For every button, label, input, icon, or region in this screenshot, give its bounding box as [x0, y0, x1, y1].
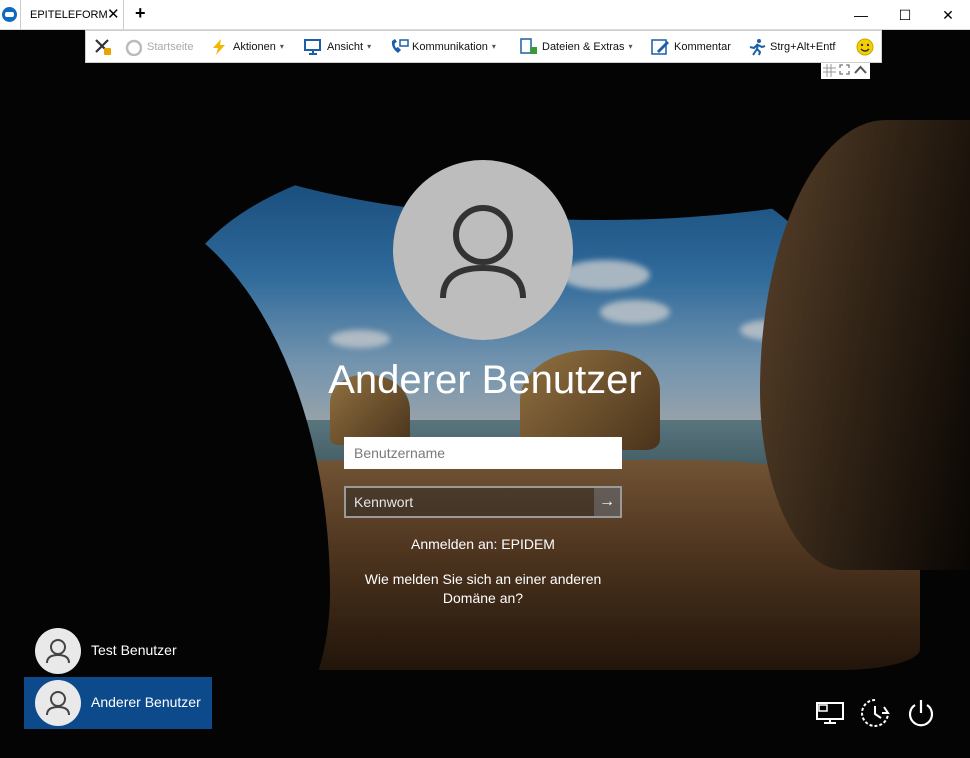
session-tab[interactable]: EPITELEFORM ✕	[20, 0, 124, 29]
power-icon[interactable]	[905, 697, 937, 729]
grid-icon[interactable]	[823, 64, 836, 80]
other-domain-line-1: Wie melden Sie sich an einer anderen	[364, 571, 602, 587]
actions-menu[interactable]: Aktionen ▾	[210, 31, 284, 62]
teamviewer-logo-icon	[2, 7, 17, 22]
home-button[interactable]: Startseite	[124, 31, 193, 62]
password-input[interactable]	[344, 486, 622, 518]
other-domain-line-2: Domäne an?	[442, 590, 524, 606]
ctrl-alt-del-label: Strg+Alt+Entf	[770, 40, 836, 53]
close-tab-icon[interactable]: ✕	[107, 5, 120, 23]
disconnect-icon	[94, 38, 112, 56]
disconnect-button[interactable]	[94, 31, 117, 62]
fullscreen-icon[interactable]	[839, 64, 850, 78]
title-bar: EPITELEFORM ✕ + — ☐ ✕	[0, 0, 970, 30]
other-domain-link[interactable]: Wie melden Sie sich an einer anderen Dom…	[330, 570, 636, 608]
view-menu[interactable]: Ansicht ▾	[304, 31, 371, 62]
comment-icon	[651, 38, 669, 56]
home-label: Startseite	[147, 40, 194, 53]
submit-arrow-button[interactable]: →	[594, 488, 620, 516]
minimize-button[interactable]: —	[846, 4, 876, 26]
password-field[interactable]: →	[344, 486, 622, 518]
comment-button[interactable]: Kommentar	[651, 31, 731, 62]
chevron-down-icon: ▾	[628, 42, 633, 51]
smiley-icon	[856, 38, 874, 56]
user-name: Anderer Benutzer	[91, 694, 201, 710]
files-extras-menu[interactable]: Dateien & Extras ▾	[519, 31, 633, 62]
feedback-button[interactable]	[856, 31, 879, 62]
selected-username: Anderer Benutzer	[328, 358, 642, 402]
user-icon	[35, 628, 81, 674]
add-tab-icon[interactable]: +	[135, 3, 146, 24]
user-list-item[interactable]: Test Benutzer	[24, 625, 212, 677]
user-list-item-selected[interactable]: Anderer Benutzer	[24, 677, 212, 729]
view-label: Ansicht	[327, 40, 364, 53]
home-icon	[124, 38, 143, 56]
username-input[interactable]	[344, 437, 622, 469]
user-icon	[440, 205, 526, 299]
comment-label: Kommentar	[674, 40, 731, 53]
username-field[interactable]	[344, 437, 622, 469]
toolbar-mini-controls	[821, 63, 870, 79]
lightning-icon	[210, 38, 228, 56]
maximize-button[interactable]: ☐	[890, 4, 920, 26]
network-icon[interactable]	[814, 697, 846, 729]
user-avatar	[393, 160, 573, 340]
user-name: Test Benutzer	[91, 642, 177, 658]
monitor-icon	[304, 38, 322, 56]
phone-icon	[389, 38, 409, 56]
ease-of-access-icon[interactable]	[859, 697, 891, 729]
running-man-icon	[747, 38, 766, 56]
actions-label: Aktionen	[233, 40, 276, 53]
chevron-down-icon: ▾	[491, 42, 496, 51]
ctrl-alt-del-button[interactable]: Strg+Alt+Entf	[747, 31, 835, 62]
files-icon	[519, 37, 537, 56]
user-icon	[35, 680, 81, 726]
files-extras-label: Dateien & Extras	[542, 40, 625, 53]
close-window-button[interactable]: ✕	[933, 4, 963, 26]
remote-toolbar: Startseite Aktionen ▾ Ansicht ▾ Kommunik…	[85, 30, 882, 63]
collapse-toolbar-icon[interactable]	[854, 64, 867, 79]
communication-label: Kommunikation	[412, 40, 488, 53]
chevron-down-icon: ▾	[367, 42, 372, 51]
sign-in-domain: Anmelden an: EPIDEM	[411, 536, 555, 552]
communication-menu[interactable]: Kommunikation ▾	[389, 31, 496, 62]
tab-label: EPITELEFORM	[30, 9, 108, 21]
chevron-down-icon: ▾	[279, 42, 284, 51]
